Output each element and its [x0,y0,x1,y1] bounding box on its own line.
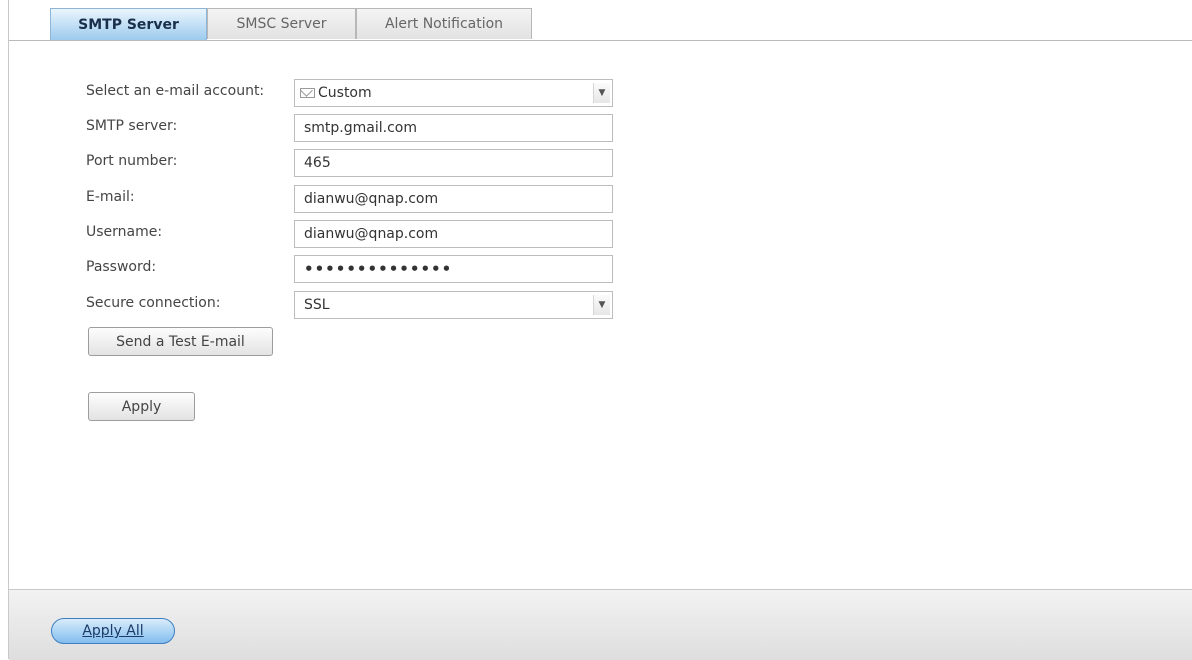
password-value: •••••••••••••• [304,260,453,278]
account-select[interactable]: Custom ▼ [294,79,613,107]
password-label: Password: [86,259,157,275]
apply-button[interactable]: Apply [88,392,195,421]
apply-all-button[interactable]: Apply All [51,618,175,644]
secure-connection-label: Secure connection: [86,295,221,311]
chevron-down-icon[interactable]: ▼ [593,83,610,103]
username-field[interactable]: dianwu@qnap.com [294,220,613,248]
smtp-server-field[interactable]: smtp.gmail.com [294,114,613,142]
username-value: dianwu@qnap.com [304,226,439,242]
email-label: E-mail: [86,189,135,205]
chevron-down-icon[interactable]: ▼ [593,295,610,315]
smtp-server-label: SMTP server: [86,118,178,134]
port-field[interactable]: 465 [294,149,613,177]
account-label: Select an e-mail account: [86,83,265,99]
tab-smtp-server[interactable]: SMTP Server [50,8,207,40]
tab-smsc-server[interactable]: SMSC Server [207,8,356,39]
email-value: dianwu@qnap.com [304,191,439,207]
smtp-server-value: smtp.gmail.com [304,120,417,136]
mail-icon [300,88,315,98]
password-field[interactable]: •••••••••••••• [294,255,613,283]
footer-bar: Apply All [9,589,1192,660]
secure-connection-value: SSL [304,297,330,313]
smtp-settings-panel: SMTP Server SMSC Server Alert Notificati… [8,0,1192,660]
port-label: Port number: [86,153,178,169]
tab-alert-notification[interactable]: Alert Notification [356,8,532,39]
username-label: Username: [86,224,163,240]
secure-connection-select[interactable]: SSL ▼ [294,291,613,319]
tab-bar: SMTP Server SMSC Server Alert Notificati… [9,0,1192,41]
email-field[interactable]: dianwu@qnap.com [294,185,613,213]
account-value: Custom [318,85,372,101]
port-value: 465 [304,155,331,171]
send-test-email-button[interactable]: Send a Test E-mail [88,327,273,356]
